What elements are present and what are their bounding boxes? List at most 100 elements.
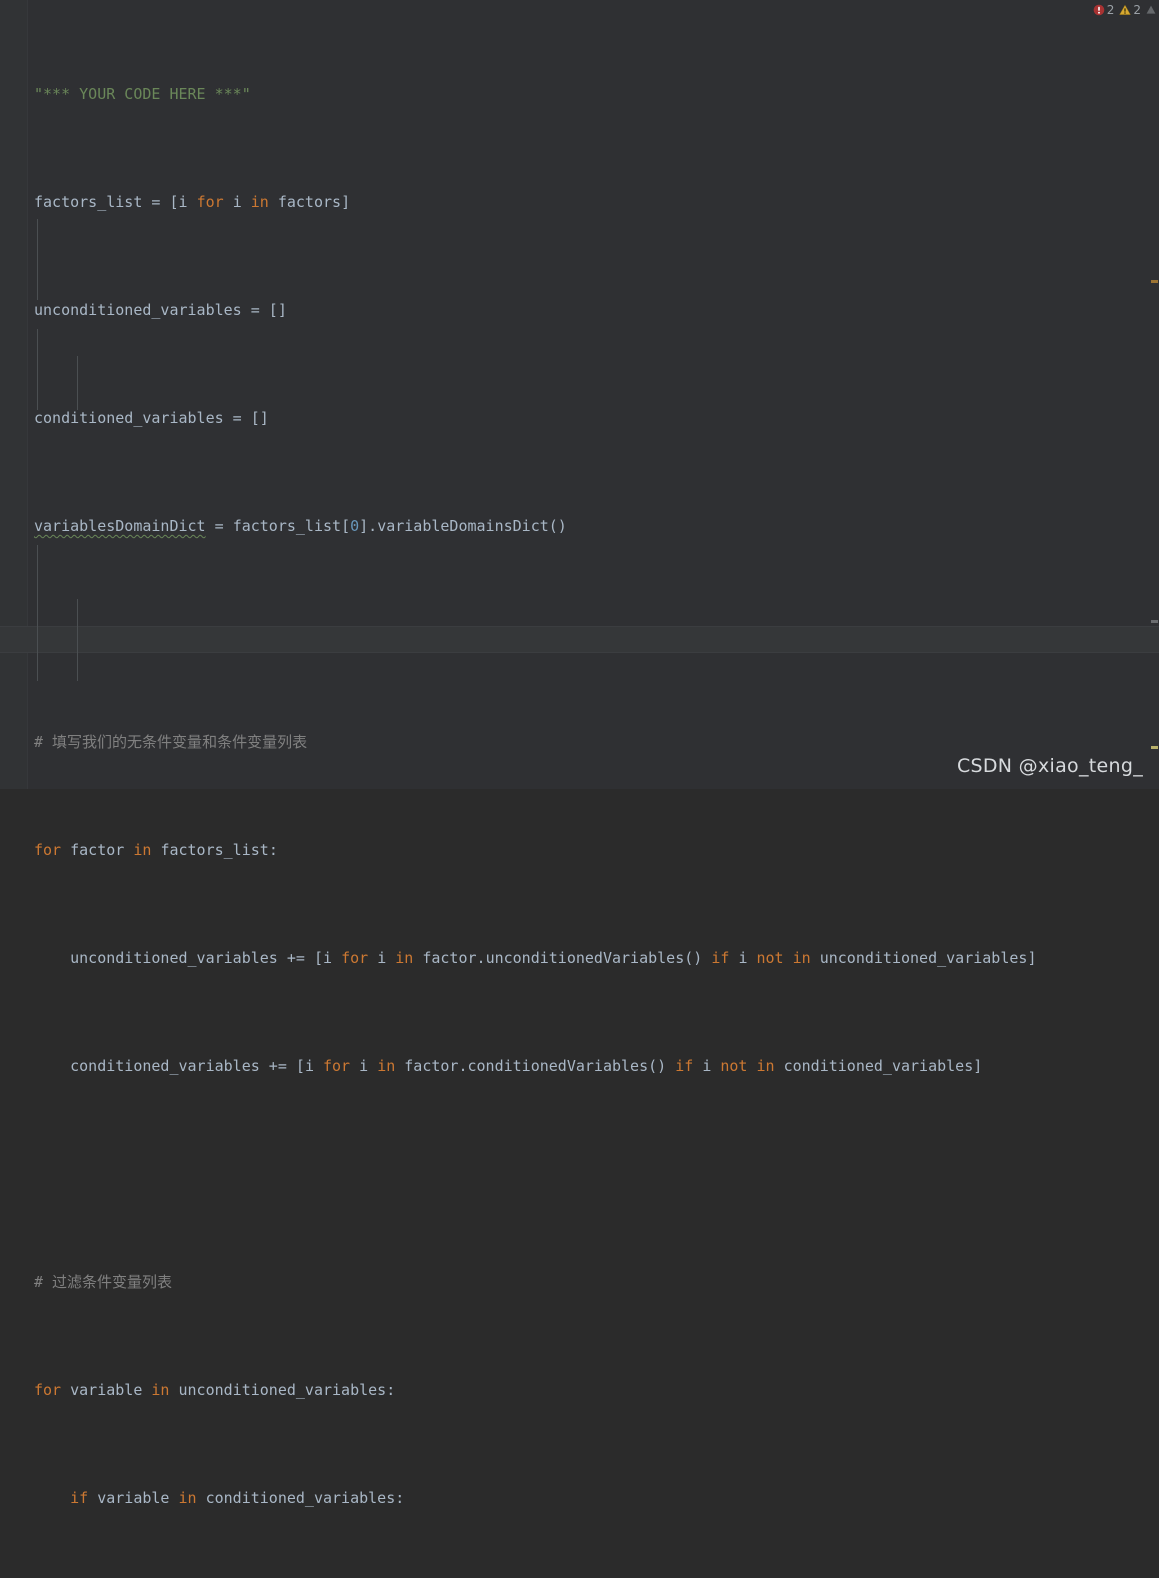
token-identifier: factors_list — [232, 517, 342, 535]
token-keyword: for — [196, 193, 224, 211]
token-punc — [151, 841, 160, 859]
token-punc — [332, 949, 341, 967]
editor-gutter[interactable] — [0, 0, 28, 789]
token-number: 0 — [350, 517, 360, 535]
code-line[interactable]: unconditioned_variables += [i for i in f… — [34, 945, 1159, 972]
token-punc — [413, 949, 422, 967]
code-line[interactable]: variablesDomainDict = factors_list[0].va… — [34, 513, 1159, 540]
token-punc — [142, 1381, 151, 1399]
token-identifier: factor — [422, 949, 477, 967]
code-line-blank[interactable] — [34, 1161, 1159, 1188]
error-indicator[interactable]: 2 — [1092, 3, 1116, 17]
token-identifier: conditioned_variables — [783, 1057, 974, 1075]
token-identifier: conditioned_variables — [34, 409, 224, 427]
token-punc: ] — [341, 193, 351, 211]
code-line[interactable]: if variable in conditioned_variables: — [34, 1485, 1159, 1512]
token-keyword: if — [70, 1489, 89, 1507]
error-stripe[interactable] — [1149, 20, 1159, 789]
token-punc — [269, 193, 278, 211]
token-punc — [188, 193, 197, 211]
token-identifier: i — [323, 949, 333, 967]
code-editor[interactable]: "*** YOUR CODE HERE ***" factors_list = … — [0, 0, 1159, 1507]
token-identifier-warned: variablesDomainDict — [34, 517, 206, 535]
token-identifier: variableDomainsDict — [377, 517, 549, 535]
token-punc: () — [548, 517, 567, 535]
token-punc: . — [476, 949, 486, 967]
token-punc: () — [684, 949, 712, 967]
token-punc: = [ — [142, 193, 179, 211]
code-line[interactable]: unconditioned_variables = [] — [34, 297, 1159, 324]
token-punc — [61, 1381, 70, 1399]
token-punc — [124, 841, 133, 859]
token-identifier: conditioned_variables — [70, 1057, 260, 1075]
token-punc — [747, 949, 756, 967]
token-punc: [ — [341, 517, 351, 535]
token-keyword: in — [133, 841, 152, 859]
token-punc — [729, 949, 738, 967]
code-line[interactable]: # 过滤条件变量列表 — [34, 1269, 1159, 1296]
token-punc: += [ — [277, 949, 323, 967]
token-identifier: factor — [404, 1057, 459, 1075]
code-line[interactable]: # 填写我们的无条件变量和条件变量列表 — [34, 729, 1159, 756]
token-identifier: variable — [70, 1381, 143, 1399]
token-identifier: unconditioned_variables — [178, 1381, 387, 1399]
token-punc: () — [648, 1057, 676, 1075]
token-punc — [368, 949, 377, 967]
code-line-blank[interactable] — [34, 621, 1159, 648]
code-line[interactable]: for factor in factors_list: — [34, 837, 1159, 864]
token-keyword: not — [720, 1057, 748, 1075]
code-line[interactable]: "*** YOUR CODE HERE ***" — [34, 81, 1159, 108]
token-keyword: in — [792, 949, 811, 967]
token-punc: ]. — [359, 517, 378, 535]
token-keyword: not — [756, 949, 784, 967]
stripe-mark-caret[interactable] — [1151, 620, 1158, 623]
token-identifier: i — [738, 949, 748, 967]
code-content[interactable]: "*** YOUR CODE HERE ***" factors_list = … — [34, 0, 1159, 1578]
error-circle-icon — [1093, 4, 1105, 16]
inspection-widget[interactable]: 2 2 — [1092, 3, 1157, 17]
token-identifier: conditioned_variables — [205, 1489, 396, 1507]
token-keyword: for — [34, 1381, 62, 1399]
warning-count: 2 — [1133, 3, 1141, 17]
token-punc — [350, 1057, 359, 1075]
stripe-mark-highlight[interactable] — [1151, 746, 1158, 749]
token-punc — [169, 1381, 178, 1399]
token-keyword: in — [178, 1489, 197, 1507]
token-identifier: i — [304, 1057, 314, 1075]
code-line[interactable]: factors_list = [i for i in factors] — [34, 189, 1159, 216]
error-count: 2 — [1106, 3, 1115, 17]
token-comment: # 过滤条件变量列表 — [34, 1273, 173, 1291]
code-line[interactable]: conditioned_variables += [i for i in fac… — [34, 1053, 1159, 1080]
token-punc — [224, 193, 233, 211]
token-punc: ] — [973, 1057, 983, 1075]
code-line[interactable]: conditioned_variables = [] — [34, 405, 1159, 432]
stripe-mark-warning[interactable] — [1151, 280, 1158, 283]
token-keyword: in — [756, 1057, 775, 1075]
token-identifier: conditionedVariables — [467, 1057, 649, 1075]
token-identifier: unconditionedVariables — [485, 949, 685, 967]
token-identifier: unconditioned_variables — [70, 949, 278, 967]
token-punc — [368, 1057, 377, 1075]
code-line[interactable]: for variable in unconditioned_variables: — [34, 1377, 1159, 1404]
token-keyword: in — [377, 1057, 396, 1075]
token-identifier: i — [232, 193, 242, 211]
inspection-more-indicator[interactable] — [1145, 4, 1157, 16]
token-punc — [197, 1489, 206, 1507]
token-keyword: in — [151, 1381, 170, 1399]
token-identifier: factors_list — [34, 193, 143, 211]
inspection-more-icon — [1146, 4, 1156, 16]
token-keyword: if — [675, 1057, 694, 1075]
token-keyword: if — [711, 949, 730, 967]
token-punc — [711, 1057, 720, 1075]
token-punc: : — [395, 1489, 405, 1507]
token-keyword: for — [323, 1057, 351, 1075]
watermark: CSDN @xiao_teng_ — [956, 755, 1143, 777]
token-comment: # 填写我们的无条件变量和条件变量列表 — [34, 733, 308, 751]
warning-indicator[interactable]: 2 — [1118, 3, 1142, 17]
token-punc — [314, 1057, 323, 1075]
token-punc — [693, 1057, 702, 1075]
token-punc — [747, 1057, 756, 1075]
